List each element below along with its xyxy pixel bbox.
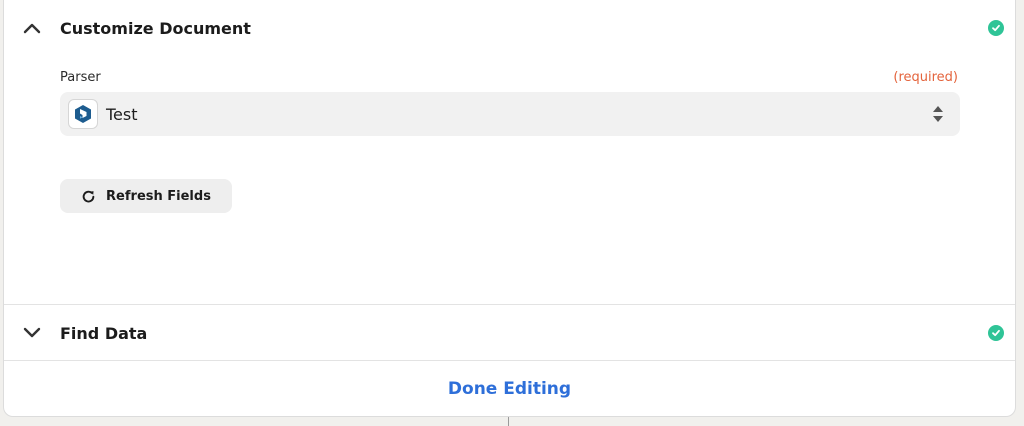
refresh-icon: [81, 189, 96, 204]
refresh-fields-label: Refresh Fields: [106, 188, 211, 204]
check-circle-icon: [988, 20, 1004, 36]
parser-label: Parser: [60, 70, 101, 85]
find-data-header[interactable]: Find Data: [4, 305, 1015, 361]
refresh-fields-button[interactable]: Refresh Fields: [60, 179, 232, 213]
chevron-up-icon[interactable]: [21, 17, 43, 39]
chevron-down-icon[interactable]: [21, 322, 43, 344]
docparser-logo-icon: [68, 99, 98, 129]
check-circle-icon: [988, 325, 1004, 341]
step-editor-card: Customize Document Parser (required) Tes…: [3, 0, 1016, 417]
customize-document-header[interactable]: Customize Document: [4, 0, 1015, 56]
section-title: Find Data: [60, 323, 148, 343]
done-editing-button[interactable]: Done Editing: [4, 361, 1015, 417]
flow-connector-line: [508, 417, 509, 426]
sort-updown-icon: [932, 105, 944, 123]
required-indicator: (required): [893, 70, 958, 85]
parser-selected-value: Test: [106, 104, 138, 124]
section-title: Customize Document: [60, 18, 251, 38]
parser-select[interactable]: Test: [60, 92, 960, 136]
done-editing-label: Done Editing: [447, 379, 572, 399]
